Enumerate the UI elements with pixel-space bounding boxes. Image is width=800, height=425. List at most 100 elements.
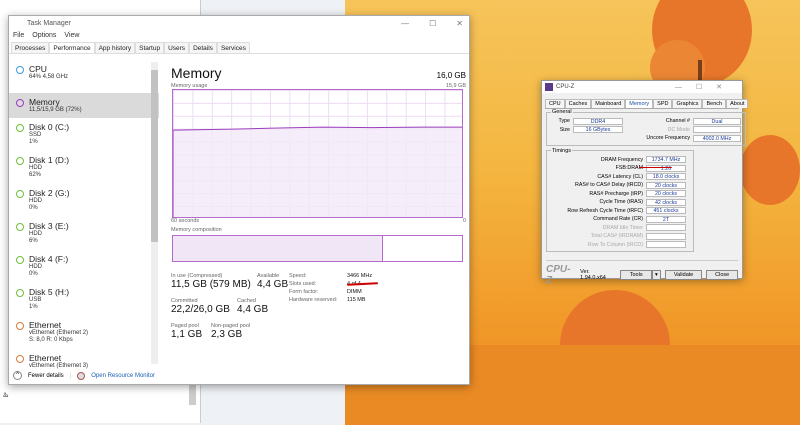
sidebar-item-cpu[interactable]: CPU 64% 4,58 GHz [9, 60, 159, 93]
timing-label: FSB:DRAM [615, 165, 643, 172]
chevron-up-icon[interactable]: ^ [13, 371, 22, 380]
sidebar-item-detail: HDD [29, 198, 42, 204]
sidebar-scrollbar[interactable] [151, 62, 158, 364]
sidebar-item-disk-4-f-[interactable]: Disk 4 (F:) HDD 0% [9, 250, 159, 283]
close-button[interactable]: ✕ [456, 19, 463, 28]
sidebar-item-name: Ethernet [29, 353, 62, 363]
status-circle-icon [16, 124, 24, 132]
sidebar-item-ethernet[interactable]: Ethernet vEthernet (Ethernet 3) [9, 349, 159, 370]
tab-processes[interactable]: Processes [11, 42, 50, 53]
cpuz-tab-about[interactable]: About [726, 99, 749, 108]
sidebar-item-disk-3-e-[interactable]: Disk 3 (E:) HDD 6% [9, 217, 159, 250]
timing-row: Command Rate (CR) 2T [551, 215, 689, 224]
sidebar-item-disk-1-d-[interactable]: Disk 1 (D:) HDD 62% [9, 151, 159, 184]
status-circle-icon [16, 322, 24, 330]
page-title: Memory [171, 65, 222, 81]
validate-button[interactable]: Validate [664, 270, 703, 280]
sidebar-item-value: 6% [29, 238, 38, 244]
timing-row: RAS# Precharge (tRP) 20 clocks [551, 190, 689, 199]
cpuz-tab-spd[interactable]: SPD [653, 99, 673, 108]
timing-row-disabled: Row To Column (tRCD) [551, 241, 689, 250]
minimize-button[interactable]: — [401, 19, 409, 28]
property-label: Slots used: [289, 281, 317, 287]
resource-monitor-icon [77, 371, 86, 380]
tab-startup[interactable]: Startup [135, 42, 165, 53]
timing-value: 18.0 clocks [646, 173, 686, 181]
menu-options[interactable]: Options [32, 32, 56, 42]
uncore-value: 4002.0 MHz [693, 134, 741, 142]
sidebar-item-value: 62% [29, 172, 42, 178]
cpuz-window-buttons[interactable]: —☐✕ [675, 83, 736, 91]
sidebar-item-name: Disk 2 (G:) [29, 188, 70, 198]
nonpaged-pool-value: 2,3 GB [211, 329, 243, 340]
tab-details[interactable]: Details [189, 42, 217, 53]
composition-label: Memory composition [171, 227, 222, 233]
in-use-value: 11,5 GB (579 MB) [171, 279, 251, 290]
sidebar-item-name: Memory [29, 97, 60, 107]
footer: ^ Fewer details | Open Resource Monitor [13, 371, 155, 380]
timing-label: Command Rate (CR) [593, 216, 643, 223]
tab-users[interactable]: Users [164, 42, 190, 53]
tab-bar: Processes Performance App history Startup Us… [9, 42, 469, 54]
status-circle-icon [16, 355, 24, 363]
type-label: Type [558, 118, 570, 125]
sidebar-item-ethernet[interactable]: Ethernet vEthernet (Ethernet 2) S: 8,0 R: … [9, 316, 159, 349]
cpuz-tab-bench[interactable]: Bench [702, 99, 727, 108]
sidebar-item-disk-5-h-[interactable]: Disk 5 (H:) USB 1% [9, 283, 159, 316]
background-scrollbar[interactable] [189, 385, 196, 405]
timing-label: RAS# Precharge (tRP) [589, 190, 643, 197]
close-cpuz-button[interactable]: Close [706, 270, 738, 280]
sidebar-item-name: Disk 4 (F:) [29, 254, 69, 264]
cpuz-tab-caches[interactable]: Caches [564, 99, 592, 108]
sidebar-item-memory[interactable]: Memory 11,5/15,9 GB (72%) [9, 93, 159, 118]
sidebar-item-detail: SSD [29, 132, 42, 138]
sidebar-item-detail: HDD [29, 231, 42, 237]
performance-sidebar: CPU 64% 4,58 GHz Memory 11,5/15,9 GB (72%) D… [9, 60, 159, 370]
channel-label: Channel # [665, 118, 690, 125]
timing-value [646, 241, 686, 249]
cpuz-tab-graphics[interactable]: Graphics [672, 99, 703, 108]
cpuz-tab-bar: CPU Caches Mainboard Memory SPD Graphics Bench… [545, 99, 749, 109]
sidebar-item-value: S: 8,0 R: 0 Kbps [29, 337, 73, 343]
timing-value [646, 224, 686, 232]
cpuz-tab-memory[interactable]: Memory [625, 99, 654, 108]
sidebar-item-disk-2-g-[interactable]: Disk 2 (G:) HDD 0% [9, 184, 159, 217]
time-left: 60 seconds [171, 218, 200, 224]
tools-button[interactable]: Tools [620, 270, 652, 280]
tab-services[interactable]: Services [216, 42, 250, 53]
background-text: ಹಿ [3, 390, 9, 399]
menu-file[interactable]: File [13, 32, 24, 42]
timing-label: DRAM Frequency [600, 156, 643, 163]
fewer-details-button[interactable]: Fewer details [28, 373, 64, 379]
timing-label: RAS# to CAS# Delay (tRCD) [575, 182, 643, 189]
cpuz-app-icon [545, 83, 553, 91]
cpuz-window: CPU-Z —☐✕ CPU Caches Mainboard Memory SPD Gra… [541, 80, 749, 286]
open-resource-monitor-link[interactable]: Open Resource Monitor [91, 373, 155, 379]
property-label: Hardware reserved: [289, 297, 338, 303]
status-circle-icon [16, 223, 24, 231]
timings-legend: Timings [552, 147, 572, 154]
timing-row: FSB:DRAM 1:26 [551, 164, 689, 173]
timing-row: Row Refresh Cycle Time (tRFC) 451 clocks [551, 207, 689, 216]
memory-properties: Speed:3466 MHzSlots used:4 of 4Form fact… [289, 273, 372, 305]
menu-view[interactable]: View [64, 32, 79, 42]
timing-row: Cycle Time (tRAS) 42 clocks [551, 198, 689, 207]
memory-usage-graph [172, 89, 463, 218]
sidebar-item-detail: vEthernet (Ethernet 2) [29, 330, 89, 336]
cpuz-tab-cpu[interactable]: CPU [545, 99, 565, 108]
maximize-button[interactable]: ☐ [429, 19, 436, 28]
property-value: DIMM [347, 289, 362, 295]
tab-app-history[interactable]: App history [94, 42, 136, 53]
sidebar-item-detail: vEthernet (Ethernet 3) [29, 363, 89, 369]
tools-dropdown-icon[interactable]: ▾ [651, 270, 661, 280]
sidebar-item-disk-0-c-[interactable]: Disk 0 (C:) SSD 1% [9, 118, 159, 151]
size-value: 16 GBytes [573, 126, 623, 134]
timing-row: RAS# to CAS# Delay (tRCD) 20 clocks [551, 181, 689, 190]
available-value: 4,4 GB [257, 279, 289, 290]
timing-label: Total CAS# (tRDRAM) [590, 233, 643, 240]
timing-label: Row To Column (tRCD) [587, 241, 643, 248]
cpuz-version: Ver. 1.94.0.x64 [580, 269, 606, 281]
timing-label: Row Refresh Cycle Time (tRFC) [567, 207, 643, 214]
tab-performance[interactable]: Performance [49, 42, 95, 53]
cpuz-tab-mainboard[interactable]: Mainboard [591, 99, 626, 108]
